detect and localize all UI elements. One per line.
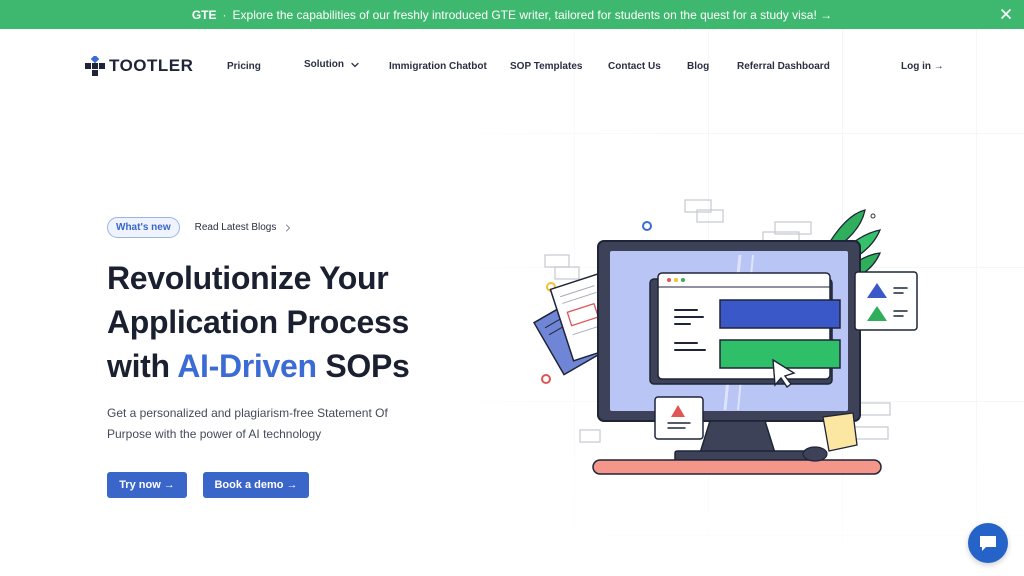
headline-accent: AI-Driven [177,348,317,384]
nav-sop-templates[interactable]: SOP Templates [510,61,582,72]
whats-new-badge[interactable]: What's new [107,217,180,238]
announcement-label: GTE [191,7,217,22]
logo[interactable]: TOOTLER [85,56,193,76]
announcement-text[interactable]: Explore the capabilities of our freshly … [233,8,833,22]
chevron-down-icon [351,62,359,67]
headline-with: with [107,348,170,384]
nav-contact-us[interactable]: Contact Us [608,61,661,72]
nav-immigration-chatbot[interactable]: Immigration Chatbot [389,61,487,72]
whats-new-row: What's new Read Latest Blogs [107,217,292,238]
nav-referral-dashboard[interactable]: Referral Dashboard [737,61,830,72]
nav-pricing[interactable]: Pricing [227,61,261,72]
headline-line-3: with AI-Driven SOPs [107,344,410,388]
nav-solution-label: Solution [304,59,344,70]
hero-illustration [532,199,918,475]
brand-name: TOOTLER [109,56,194,75]
nav-solution-dropdown[interactable]: Solution [304,59,360,70]
try-now-button[interactable]: Try now → [107,472,187,498]
logo-mark-icon [85,56,105,76]
headline-line-1: Revolutionize Your [107,260,389,296]
headline-line-2: Application Process [107,304,409,340]
hero-headline: Revolutionize Your Application Process w… [107,256,410,388]
nav-blog[interactable]: Blog [687,61,709,72]
hero-subtext: Get a personalized and plagiarism-free S… [107,406,388,441]
close-icon[interactable] [998,6,1014,22]
chevron-right-icon [286,223,291,232]
chat-widget-button[interactable] [968,523,1008,563]
chat-bubble-icon [980,536,996,551]
read-latest-blogs-label: Read Latest Blogs [194,222,277,233]
login-link[interactable]: Log in → [901,61,944,72]
page: GTE · Explore the capabilities of our fr… [0,0,1024,576]
announcement-bar[interactable]: GTE · Explore the capabilities of our fr… [0,0,1024,29]
top-navigation: TOOTLER Pricing Solution Immigration Cha… [0,29,1024,105]
book-demo-button[interactable]: Book a demo → [203,472,309,498]
announcement-separator: · [222,7,227,22]
read-latest-blogs-link[interactable]: Read Latest Blogs [195,222,293,233]
headline-end: SOPs [325,348,410,384]
